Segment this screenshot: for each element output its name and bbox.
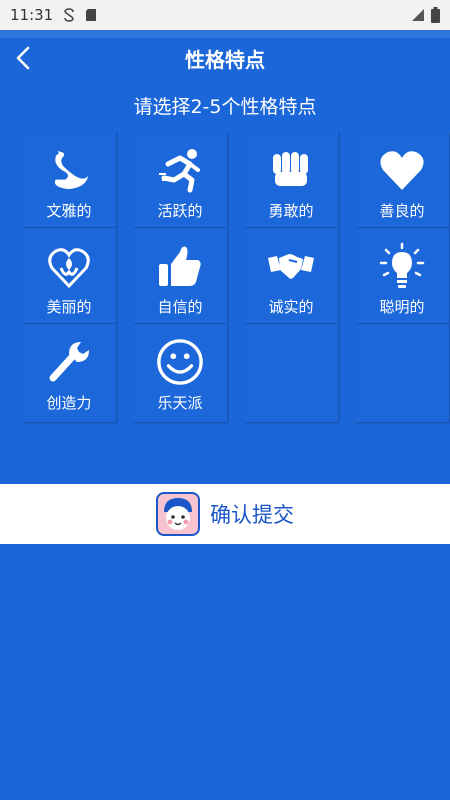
trait-option-honest[interactable]: 诚实的 — [244, 228, 338, 323]
submit-label: 确认提交 — [210, 503, 294, 527]
trait-label: 善良的 — [379, 202, 425, 220]
trait-option-elegant[interactable]: 文雅的 — [22, 132, 116, 227]
page-title: 性格特点 — [185, 48, 265, 72]
trait-option-creative[interactable]: 创造力 — [22, 324, 116, 422]
sd-card-icon — [86, 9, 97, 21]
status-bar: 11:31 — [0, 0, 450, 30]
flower-heart-icon — [48, 248, 90, 289]
wrench-icon — [49, 342, 89, 382]
swan-icon — [54, 150, 89, 190]
trait-label: 创造力 — [46, 394, 92, 412]
trait-option-brave[interactable]: 勇敢的 — [244, 132, 338, 227]
trait-option-confident[interactable]: 自信的 — [133, 228, 227, 323]
trait-option-optimistic[interactable]: 乐天派 — [133, 324, 227, 422]
empty-cell — [355, 324, 449, 422]
trait-option-kind[interactable]: 善良的 — [355, 132, 449, 227]
trait-label: 聪明的 — [379, 298, 425, 316]
trait-option-smart[interactable]: 聪明的 — [355, 228, 449, 323]
page-subtitle: 请选择2-5个性格特点 — [133, 96, 317, 118]
trait-label: 自信的 — [157, 298, 203, 316]
submit-button[interactable]: 确认提交 — [0, 484, 450, 544]
fist-icon — [273, 152, 308, 186]
heart-icon — [380, 151, 424, 190]
status-divider — [0, 30, 450, 38]
trait-label: 勇敢的 — [268, 202, 314, 220]
lightbulb-icon — [379, 242, 425, 288]
runner-icon — [159, 149, 200, 193]
trait-grid: 文雅的 活跃的 勇敢的 善良的 美丽的 自信的 诚实的 聪明的 创造力 乐天派 — [22, 132, 450, 423]
handshake-icon — [268, 254, 314, 279]
empty-cell — [244, 324, 338, 422]
trait-label: 诚实的 — [268, 298, 314, 316]
signal-icon — [412, 9, 424, 21]
status-time: 11:31 — [10, 6, 54, 24]
sync-icon — [64, 8, 75, 22]
trait-option-active[interactable]: 活跃的 — [133, 132, 227, 227]
trait-label: 活跃的 — [157, 202, 203, 220]
thumbs-up-icon — [159, 246, 201, 286]
status-right — [411, 7, 440, 23]
trait-label: 乐天派 — [157, 394, 203, 412]
trait-label: 文雅的 — [46, 202, 92, 220]
trait-label: 美丽的 — [46, 298, 92, 316]
child-avatar-icon — [156, 492, 200, 536]
trait-option-beautiful[interactable]: 美丽的 — [22, 228, 116, 323]
battery-icon — [431, 7, 440, 23]
smiley-icon — [157, 339, 203, 385]
